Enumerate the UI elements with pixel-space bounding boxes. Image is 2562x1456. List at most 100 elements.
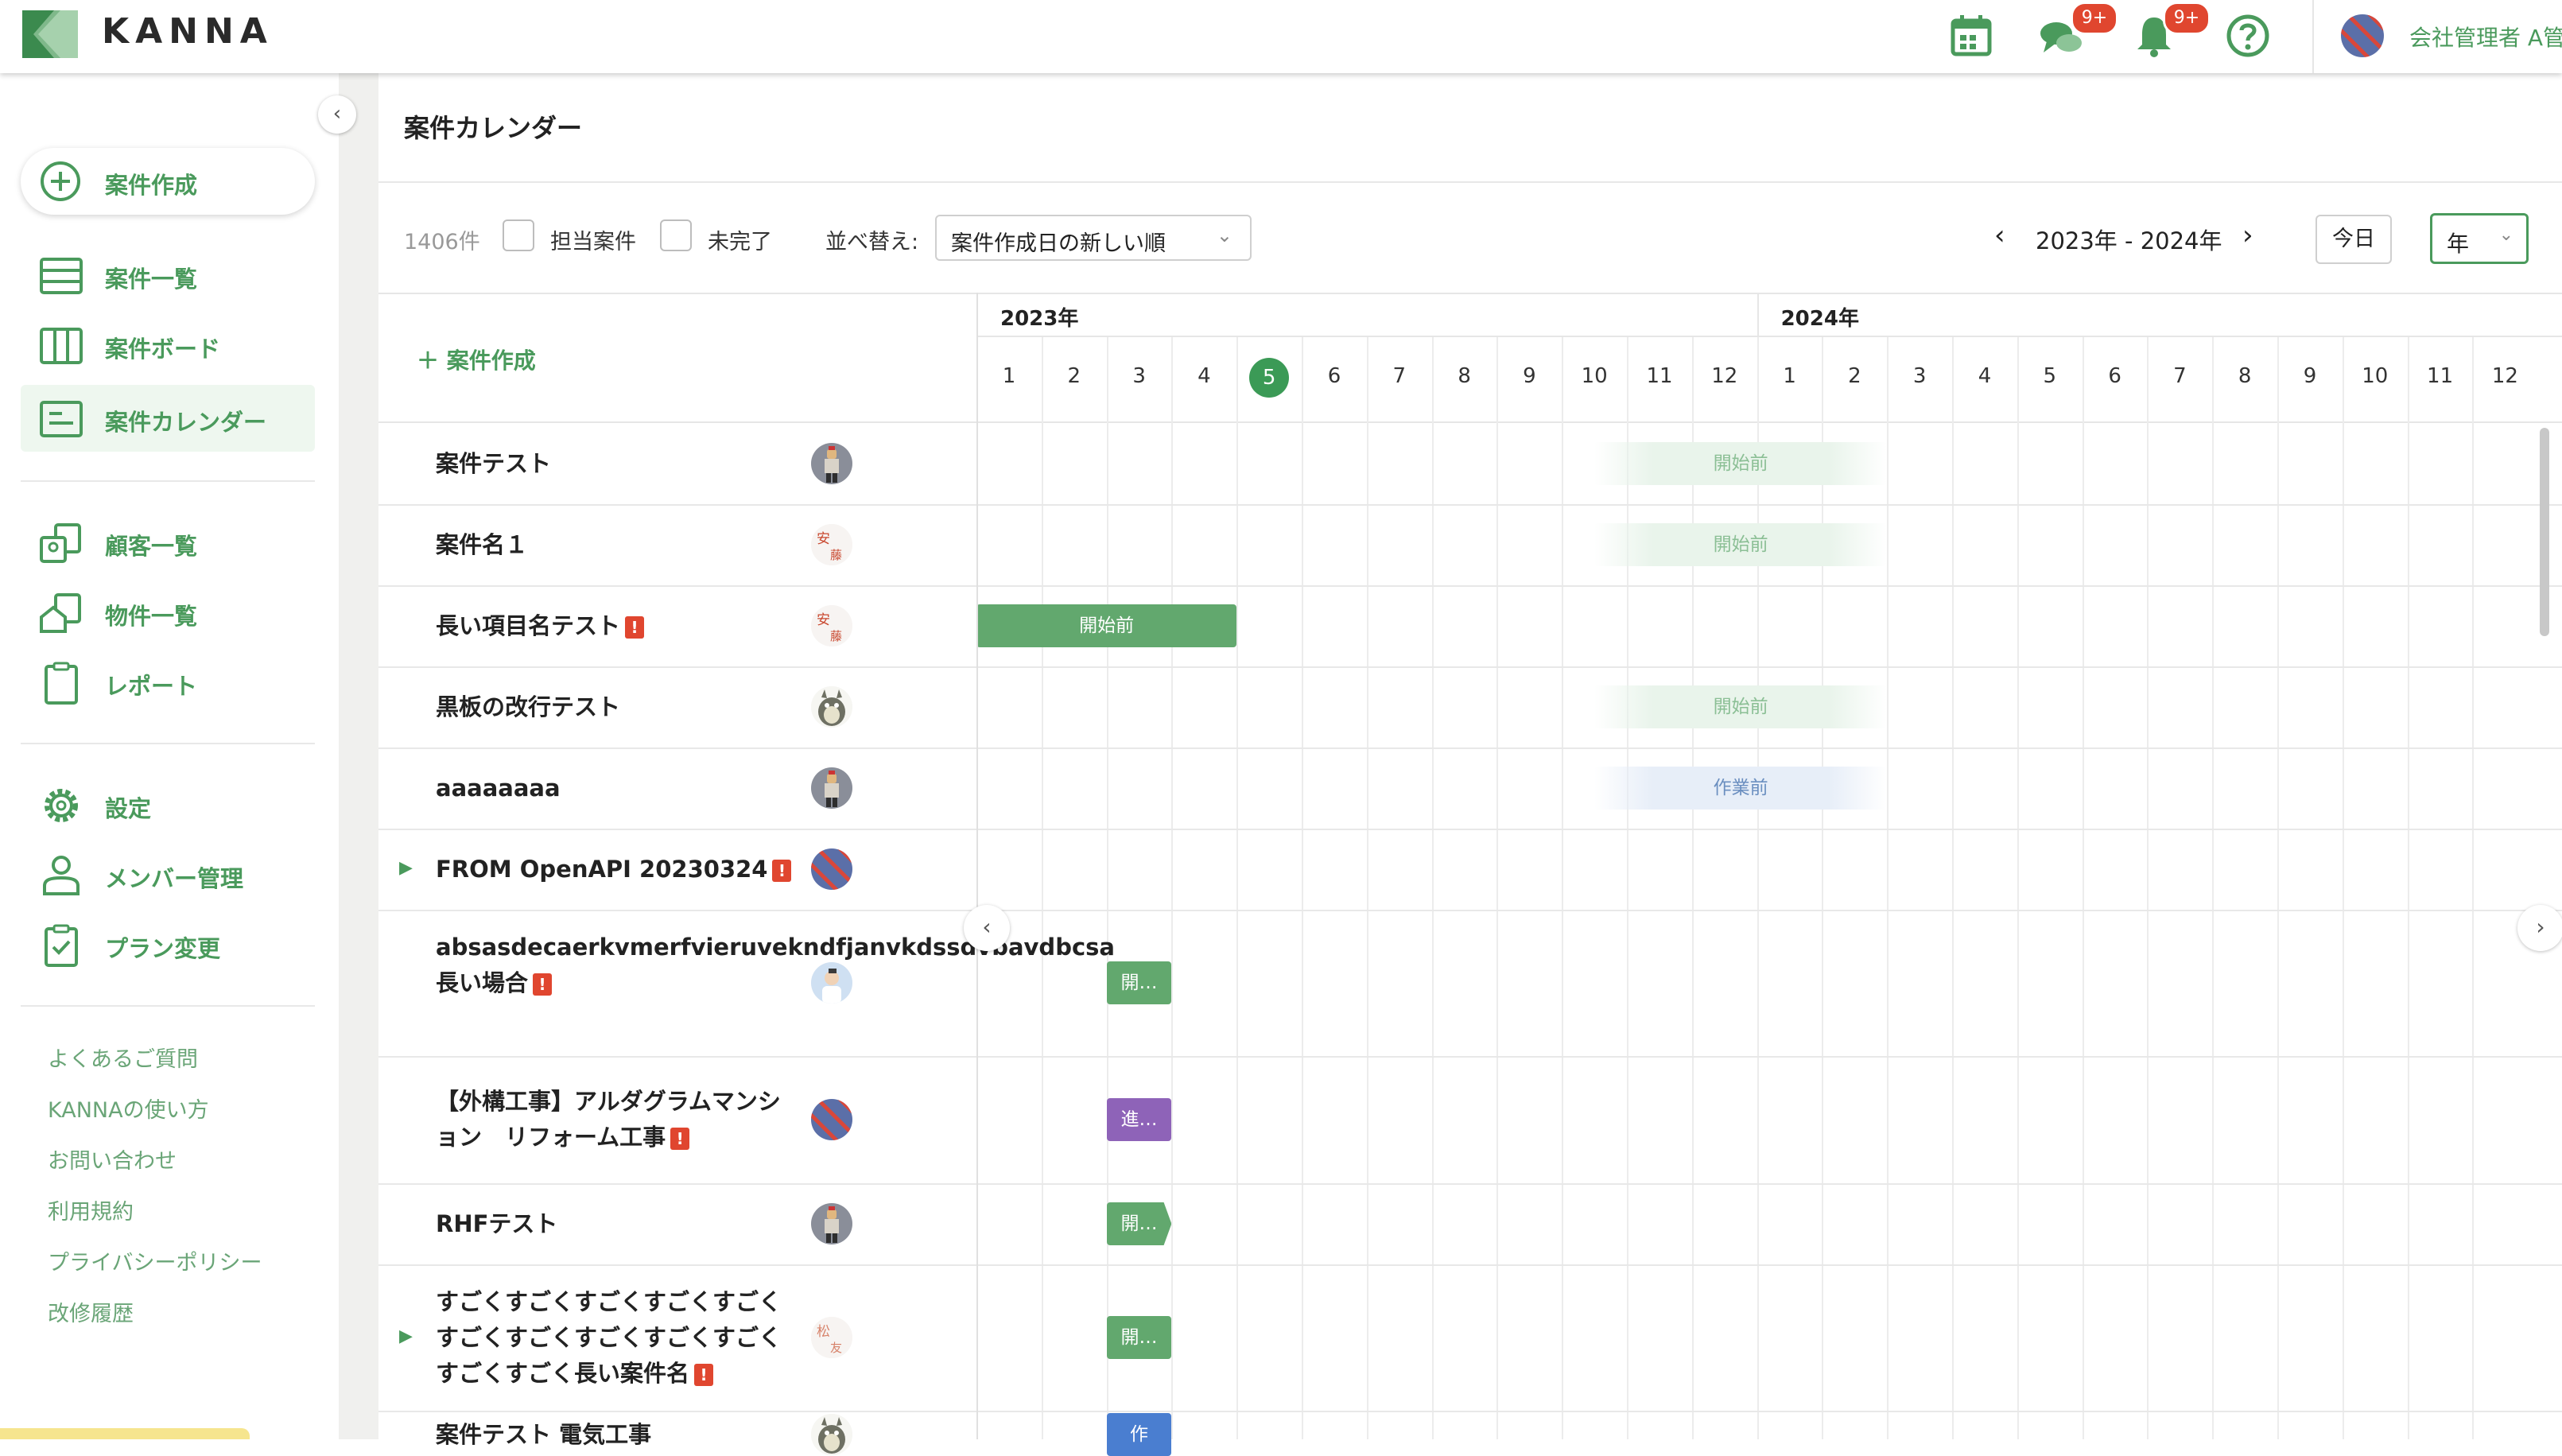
scroll-right-button[interactable]: ›: [2517, 905, 2562, 951]
month-label: 1: [1002, 364, 1016, 388]
expand-arrow-icon[interactable]: ▶: [399, 1326, 413, 1346]
scroll-left-button[interactable]: ‹: [964, 905, 1010, 951]
month-gridline: [1757, 337, 1759, 1439]
project-name[interactable]: 【外構工事】アルダグラムマンション リフォーム工事!: [436, 1084, 802, 1155]
project-name-text: すごくすごくすごくすごくすごくすごくすごくすごくすごくすごくすごくすごく長い案件…: [436, 1287, 782, 1387]
schedule-bar[interactable]: 進…: [1106, 1098, 1172, 1141]
help-icon[interactable]: [2223, 11, 2273, 60]
chevron-down-icon: ⌄: [2498, 225, 2513, 245]
project-name[interactable]: 黒板の改行テスト: [436, 689, 802, 725]
month-gridline: [2017, 337, 2019, 1439]
schedule-bar[interactable]: 開…: [1106, 961, 1172, 1004]
assignee-avatar[interactable]: [811, 443, 852, 484]
schedule-bar[interactable]: 作: [1106, 1413, 1172, 1456]
assignee-avatar[interactable]: [811, 686, 852, 728]
next-range-button[interactable]: ›: [2242, 219, 2253, 251]
assignee-avatar[interactable]: [811, 962, 852, 1004]
filter-mine-label[interactable]: 担当案件: [550, 224, 636, 255]
prev-range-button[interactable]: ‹: [1994, 219, 2005, 251]
sidebar-divider: [21, 480, 315, 482]
project-name[interactable]: aaaaaaaa: [436, 771, 802, 806]
nav-member-management[interactable]: メンバー管理: [21, 841, 315, 908]
kanna-logo-icon[interactable]: [22, 10, 78, 58]
gear-icon: [45, 789, 78, 822]
year-label: 2024年: [1780, 307, 1859, 331]
filter-incomplete-label[interactable]: 未完了: [708, 224, 772, 255]
create-project-button[interactable]: 案件作成: [21, 148, 315, 215]
user-name[interactable]: 会社管理者 A管: [2409, 21, 2562, 52]
project-name[interactable]: 長い項目名テスト!: [436, 608, 802, 644]
contact-link[interactable]: お問い合わせ: [48, 1143, 177, 1175]
user-avatar[interactable]: [2341, 14, 2384, 57]
nav-settings[interactable]: 設定: [21, 771, 315, 838]
assignee-avatar[interactable]: 松友: [811, 1317, 852, 1358]
project-name[interactable]: 案件名１: [436, 527, 802, 563]
nav-project-board[interactable]: 案件ボード: [21, 312, 315, 379]
nav-customer-list[interactable]: 顧客一覧: [21, 509, 315, 576]
nav-property-list[interactable]: 物件一覧: [21, 579, 315, 646]
vertical-scrollbar[interactable]: [2540, 428, 2549, 636]
month-label: 3: [1912, 364, 1927, 388]
schedule-bar[interactable]: 開…: [1106, 1316, 1172, 1359]
changelog-link[interactable]: 改修履歴: [48, 1296, 134, 1327]
assignee-avatar[interactable]: [811, 848, 852, 890]
schedule-bar[interactable]: 開始前: [1594, 442, 1888, 485]
project-name[interactable]: RHFテスト: [436, 1206, 802, 1242]
schedule-bar[interactable]: 開始前: [1594, 685, 1888, 728]
sort-select[interactable]: 案件作成日の新しい順 ⌄: [935, 215, 1252, 261]
month-gridline: [2472, 337, 2475, 1439]
month-label: 4: [1198, 364, 1211, 388]
schedule-bar-label: 開始前: [1079, 615, 1135, 636]
row-divider: [378, 1411, 2562, 1412]
project-name[interactable]: 案件テスト: [436, 446, 802, 482]
nav-project-list[interactable]: 案件一覧: [21, 242, 315, 309]
schedule-bar[interactable]: 開…: [1106, 1202, 1172, 1245]
expand-arrow-icon[interactable]: ▶: [399, 858, 413, 878]
project-name[interactable]: すごくすごくすごくすごくすごくすごくすごくすごくすごくすごくすごくすごく長い案件…: [436, 1284, 802, 1392]
schedule-bar[interactable]: 開始前: [1594, 523, 1888, 566]
svg-text:友: 友: [830, 1341, 842, 1355]
month-gridline: [1106, 337, 1108, 1439]
sort-value: 案件作成日の新しい順: [951, 231, 1166, 256]
how-to-use-link[interactable]: KANNAの使い方: [48, 1093, 209, 1124]
terms-link[interactable]: 利用規約: [48, 1194, 134, 1225]
month-label: 5: [2043, 364, 2057, 388]
sidebar: 案件作成 案件一覧 案件ボード 案件カレンダー 顧客一覧 物件一覧 レポート 設…: [0, 73, 339, 1439]
year-divider: [1757, 293, 1759, 337]
calendar-list-icon: [40, 401, 83, 437]
project-name-text: 長い項目名テスト: [436, 612, 621, 639]
nav-label: 案件ボード: [105, 336, 221, 363]
chevron-right-icon: ›: [2242, 219, 2253, 251]
privacy-link[interactable]: プライバシーポリシー: [48, 1245, 262, 1276]
assignee-avatar[interactable]: [811, 1414, 852, 1455]
filter-mine-checkbox[interactable]: [503, 219, 534, 251]
sidebar-collapse-button[interactable]: ‹: [318, 95, 356, 134]
page-title: 案件カレンダー: [404, 113, 583, 143]
assignee-avatar[interactable]: 安藤: [811, 605, 852, 646]
schedule-bar[interactable]: 作業前: [1594, 767, 1888, 810]
assignee-avatar[interactable]: [811, 1099, 852, 1140]
nav-project-calendar[interactable]: 案件カレンダー: [21, 385, 315, 452]
project-name[interactable]: FROM OpenAPI 20230324!: [436, 852, 802, 887]
calendar-icon[interactable]: [1947, 11, 1996, 60]
today-button[interactable]: 今日: [2316, 215, 2392, 264]
grid-create-project-button[interactable]: ＋ 案件作成: [417, 344, 536, 375]
filter-incomplete-checkbox[interactable]: [660, 219, 692, 251]
app-logo-text[interactable]: KANNA: [102, 11, 274, 52]
faq-link[interactable]: よくあるご質問: [48, 1042, 198, 1073]
month-gridline: [1822, 337, 1824, 1439]
nav-report[interactable]: レポート: [21, 649, 315, 716]
calendar-grid: ＋ 案件作成 2023年 2024年 1 2 3 4 5 6 7 8 9 10 11 12 1 2 3 4 5 6 7…: [378, 293, 2562, 1456]
schedule-bar[interactable]: 開始前: [976, 604, 1237, 647]
assignee-avatar[interactable]: [811, 1203, 852, 1244]
row-divider: [378, 585, 2562, 587]
date-range-label: 2023年 - 2024年: [2036, 227, 2222, 254]
assignee-avatar[interactable]: [811, 767, 852, 809]
board-icon: [40, 328, 83, 364]
project-name[interactable]: absasdecaerkvmerfvieruvekndfjanvkdssdvba…: [436, 930, 1115, 1001]
assignee-avatar[interactable]: 安藤: [811, 524, 852, 565]
nav-plan-change[interactable]: プラン変更: [21, 911, 315, 978]
project-name[interactable]: 案件テスト 電気工事: [436, 1417, 802, 1453]
chevron-right-icon: ›: [2536, 914, 2545, 940]
scale-select[interactable]: 年 ⌄: [2430, 213, 2529, 264]
